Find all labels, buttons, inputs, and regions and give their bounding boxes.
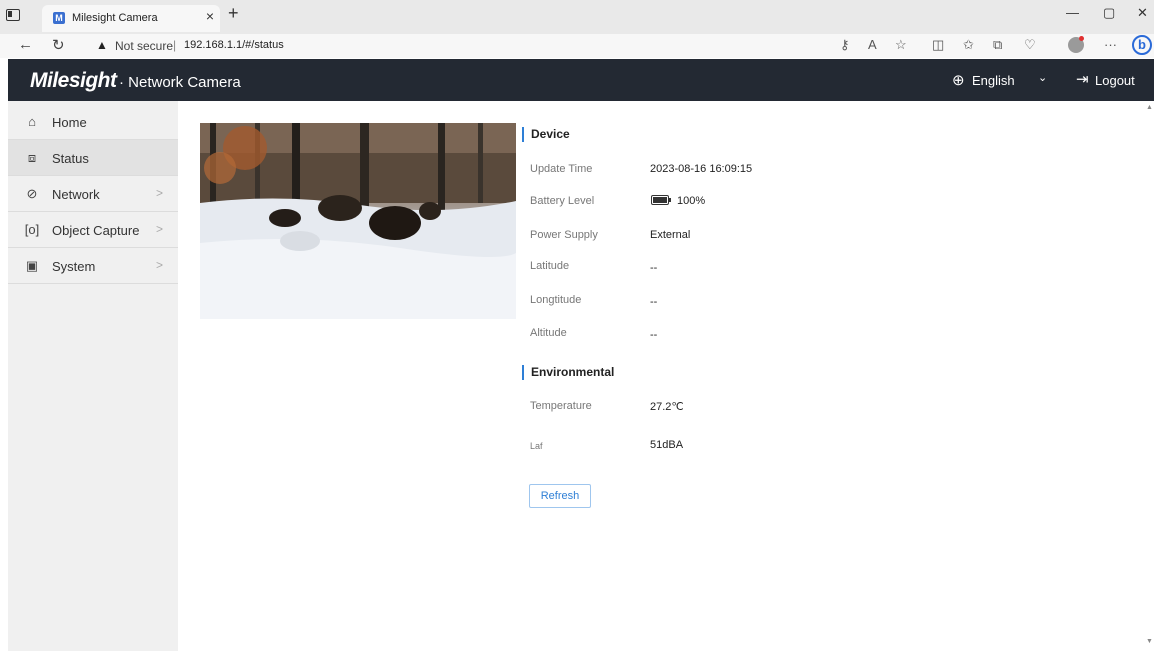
url-separator: | xyxy=(173,38,177,52)
longitude-label: Longtitude xyxy=(530,294,582,306)
chevron-right-icon: > xyxy=(156,186,164,200)
altitude-label: Altitude xyxy=(530,327,567,339)
warning-icon[interactable]: ▲ xyxy=(96,38,108,52)
chevron-right-icon: > xyxy=(156,222,164,236)
network-icon: ⊘ xyxy=(26,186,38,201)
device-section-title: Device xyxy=(522,127,570,142)
product-name: · Network Camera xyxy=(119,74,241,91)
milesight-logo: Milesight xyxy=(30,69,117,92)
maximize-icon[interactable]: ▢ xyxy=(1103,5,1115,21)
globe-icon[interactable]: ⊕ xyxy=(952,71,965,89)
environmental-section-title: Environmental xyxy=(522,365,614,380)
tab-close-icon[interactable]: × xyxy=(206,8,214,24)
address-toolbar: ← ↻ ▲ Not secure | 192.168.1.1/#/status … xyxy=(0,34,1154,58)
longitude-value: -- xyxy=(650,296,658,308)
chevron-right-icon: > xyxy=(156,258,164,272)
battery-icon xyxy=(651,195,671,205)
status-icon: ⧈ xyxy=(27,150,37,165)
sidebar-item-status[interactable]: ⧈ Status xyxy=(8,140,178,176)
sidebar-item-label: Network xyxy=(52,187,100,202)
favorites-icon[interactable]: ✩ xyxy=(963,37,974,53)
laf-value: 51dBA xyxy=(650,439,684,451)
profile-notification-dot xyxy=(1079,36,1084,41)
chevron-down-icon[interactable]: ⌄ xyxy=(1038,71,1047,84)
battery-level-value: 100% xyxy=(677,195,706,207)
language-selector[interactable]: English xyxy=(972,73,1015,88)
logout-button[interactable]: Logout xyxy=(1095,73,1135,88)
battery-level-label: Battery Level xyxy=(530,195,595,207)
reload-icon[interactable]: ↻ xyxy=(52,36,65,54)
tab-actions-icon[interactable] xyxy=(6,9,20,21)
power-supply-label: Power Supply xyxy=(530,229,598,241)
bing-copilot-icon[interactable]: b xyxy=(1132,35,1152,55)
url-text[interactable]: 192.168.1.1/#/status xyxy=(184,39,284,51)
camera-snapshot xyxy=(200,123,516,319)
sidebar-item-label: Home xyxy=(52,115,87,130)
scroll-down-arrow-icon[interactable]: ▼ xyxy=(1146,638,1153,645)
window-close-icon[interactable]: ✕ xyxy=(1137,5,1148,21)
collections-icon[interactable]: ⧉ xyxy=(993,37,1002,53)
refresh-button[interactable]: Refresh xyxy=(529,484,591,508)
latitude-value: -- xyxy=(650,262,658,274)
sidebar-item-home[interactable]: ⌂ Home xyxy=(8,104,178,140)
read-aloud-icon[interactable]: A xyxy=(868,37,877,52)
split-screen-icon[interactable]: ◫ xyxy=(932,37,944,53)
address-bar[interactable]: ▲ Not secure | 192.168.1.1/#/status xyxy=(88,36,858,56)
logout-icon[interactable]: ⇥ xyxy=(1076,70,1089,88)
system-icon: ▣ xyxy=(25,258,39,273)
snowy-forest-boars-image xyxy=(200,123,516,319)
battery-fill xyxy=(653,197,667,203)
browser-tab[interactable]: M Milesight Camera × xyxy=(42,5,220,32)
power-supply-value: External xyxy=(650,229,691,241)
sidebar-item-network[interactable]: ⊘ Network > xyxy=(8,176,178,212)
sidebar-item-label: Object Capture xyxy=(52,223,140,238)
app-header: Milesight · Network Camera ⊕ English ⌄ ⇥… xyxy=(8,59,1154,101)
laf-label: Laf xyxy=(530,441,543,451)
scroll-up-arrow-icon[interactable]: ▲ xyxy=(1146,104,1153,111)
back-arrow-icon[interactable]: ← xyxy=(18,36,33,53)
sidebar: ⌂ Home ⧈ Status ⊘ Network > [o] Object C… xyxy=(8,101,178,651)
browser-essentials-icon[interactable]: ♡ xyxy=(1024,37,1036,53)
object-capture-icon: [o] xyxy=(24,222,40,237)
milesight-favicon-icon: M xyxy=(53,12,65,24)
sidebar-item-label: System xyxy=(52,259,96,274)
sidebar-item-label: Status xyxy=(52,151,89,166)
more-menu-icon[interactable]: ··· xyxy=(1104,37,1117,52)
update-time-value: 2023-08-16 16:09:15 xyxy=(650,163,753,175)
temperature-label: Temperature xyxy=(530,400,592,412)
favorite-star-icon[interactable]: ☆ xyxy=(895,37,907,53)
new-tab-button[interactable]: + xyxy=(228,3,239,24)
security-status[interactable]: Not secure xyxy=(115,39,173,53)
temperature-value: 27.2℃ xyxy=(650,401,684,413)
key-icon[interactable]: ⚷ xyxy=(840,37,850,53)
altitude-value: -- xyxy=(650,329,658,341)
browser-tab-bar: M Milesight Camera × + — ▢ ✕ xyxy=(0,0,1154,34)
latitude-label: Latitude xyxy=(530,260,570,272)
minimize-icon[interactable]: — xyxy=(1066,5,1079,20)
tab-title: Milesight Camera xyxy=(72,12,158,24)
home-icon: ⌂ xyxy=(28,114,36,129)
sidebar-item-object-capture[interactable]: [o] Object Capture > xyxy=(8,212,178,248)
update-time-label: Update Time xyxy=(530,163,593,175)
sidebar-item-system[interactable]: ▣ System > xyxy=(8,248,178,284)
